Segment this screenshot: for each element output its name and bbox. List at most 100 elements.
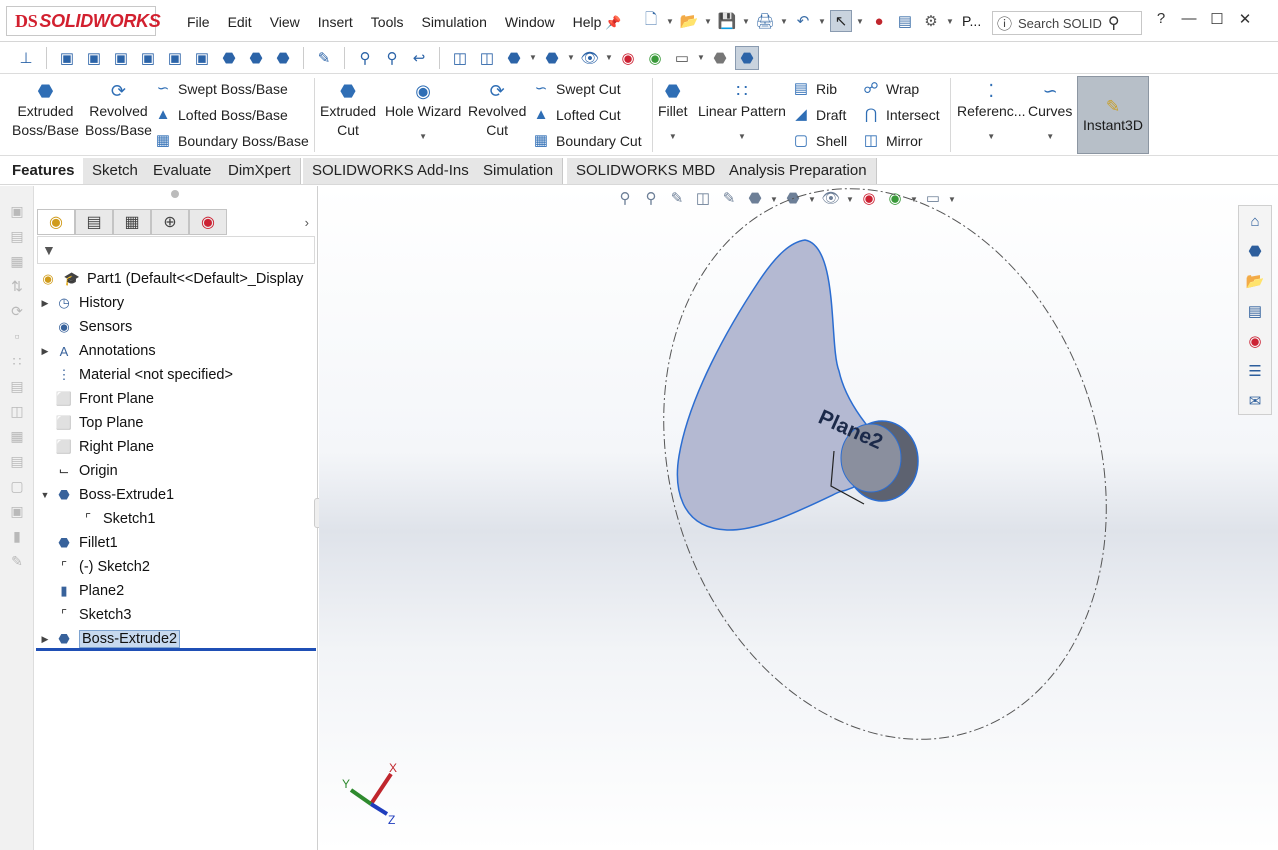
tree-item-annotations[interactable]: ▶ A Annotations bbox=[39, 340, 156, 362]
expand-arrow-icon[interactable]: ▶ bbox=[39, 298, 51, 309]
trimetric-view-icon[interactable]: ⬣ bbox=[244, 46, 268, 70]
chevron-down-icon[interactable]: ▼ bbox=[987, 127, 995, 146]
hide-show-icon[interactable]: 👁 bbox=[578, 46, 602, 70]
tree-item-material[interactable]: ⋮ Material <not specified> bbox=[55, 364, 233, 386]
tab-evaluate[interactable]: Evaluate bbox=[144, 158, 222, 184]
tree-root-part[interactable]: ◉ 🎓 Part1 (Default<<Default>_Display bbox=[39, 268, 303, 290]
previous-view-icon[interactable]: ↩ bbox=[407, 46, 431, 70]
normal-to-icon[interactable]: ⊥ bbox=[14, 46, 38, 70]
tree-item-plane2[interactable]: ▮ Plane2 bbox=[55, 580, 124, 602]
mirror-button[interactable]: ◫ Mirror bbox=[862, 132, 923, 150]
menu-view[interactable]: View bbox=[261, 10, 309, 34]
tree-item-boss-extrude2[interactable]: ▶ ⬣ Boss-Extrude2 bbox=[39, 628, 181, 650]
curves-button[interactable]: ∽ Curves ▼ bbox=[1028, 80, 1072, 146]
tab-simulation[interactable]: Simulation bbox=[474, 158, 564, 184]
instant3d-button[interactable]: ✎ Instant3D bbox=[1077, 76, 1149, 154]
home-icon[interactable]: ⌂ bbox=[1239, 206, 1271, 236]
swept-boss-button[interactable]: ∽ Swept Boss/Base bbox=[154, 80, 288, 98]
new-document-icon[interactable]: 🗋 bbox=[640, 10, 662, 32]
boundary-cut-button[interactable]: ▦ Boundary Cut bbox=[532, 132, 642, 150]
tree-item-fillet1[interactable]: ⬣ Fillet1 bbox=[55, 532, 117, 554]
property-manager-tab-icon[interactable]: ▤ bbox=[75, 209, 113, 235]
linear-pattern-button[interactable]: ∷ Linear Pattern ▼ bbox=[698, 80, 786, 146]
chevron-down-icon[interactable]: ▼ bbox=[738, 127, 746, 146]
rib-button[interactable]: ▤ Rib bbox=[792, 80, 837, 98]
chevron-right-icon[interactable]: › bbox=[305, 215, 309, 230]
hole-wizard-button[interactable]: ◉ Hole Wizard ▼ bbox=[385, 80, 461, 146]
shaded-icon[interactable]: ⬣ bbox=[735, 45, 759, 70]
revolved-cut-button[interactable]: ⟳ Revolved Cut bbox=[468, 80, 526, 140]
menu-file[interactable]: File bbox=[178, 10, 219, 34]
rebuild-icon[interactable]: ● bbox=[868, 10, 890, 32]
top-view-icon[interactable]: ▣ bbox=[163, 46, 187, 70]
menu-help[interactable]: Help bbox=[564, 10, 611, 34]
dynamic-annotation-icon[interactable]: ◫ bbox=[475, 46, 499, 70]
tab-sketch[interactable]: Sketch bbox=[83, 158, 148, 184]
lofted-boss-button[interactable]: ▲ Lofted Boss/Base bbox=[154, 106, 288, 124]
file-properties-icon[interactable]: ▤ bbox=[894, 10, 916, 32]
menu-insert[interactable]: Insert bbox=[309, 10, 362, 34]
configuration-manager-tab-icon[interactable]: ▦ bbox=[113, 209, 151, 235]
minimize-icon[interactable]: — bbox=[1178, 10, 1200, 28]
dimetric-view-icon[interactable]: ⬣ bbox=[271, 46, 295, 70]
tree-item-right-plane[interactable]: ⬜ Right Plane bbox=[55, 436, 154, 458]
section-view-icon[interactable]: ◫ bbox=[448, 46, 472, 70]
custom-properties-icon[interactable]: ☰ bbox=[1239, 356, 1271, 386]
dimxpert-manager-tab-icon[interactable]: ⊕ bbox=[151, 209, 189, 235]
draft-button[interactable]: ◢ Draft bbox=[792, 106, 846, 124]
tree-filter-input[interactable]: ▼ bbox=[37, 236, 315, 264]
chevron-down-icon[interactable]: ▼ bbox=[419, 127, 427, 146]
display-manager-tab-icon[interactable]: ◉ bbox=[189, 209, 227, 235]
graphics-area[interactable]: ⚲ ⚲ ✎ ◫ ✎ ⬣ ▼ ⬣ ▼ 👁 ▼ ◉ ◉ ▼ ▭ ▼ Plane2 X Y Z bbox=[319, 186, 1278, 850]
rollback-bar[interactable] bbox=[36, 648, 316, 651]
extruded-boss-button[interactable]: ⬣ Extruded Boss/Base bbox=[12, 80, 79, 140]
chevron-down-icon[interactable]: ▼ bbox=[946, 17, 954, 26]
chevron-down-icon[interactable]: ▼ bbox=[856, 17, 864, 26]
model-scene[interactable]: Plane2 X Y Z bbox=[319, 186, 1278, 850]
tree-item-sketch1[interactable]: ⌜ Sketch1 bbox=[79, 508, 155, 530]
maximize-icon[interactable]: ☐ bbox=[1206, 10, 1228, 28]
truncated-label[interactable]: P... bbox=[962, 13, 981, 29]
chevron-down-icon[interactable]: ▼ bbox=[1046, 127, 1054, 146]
pin-menu-icon[interactable]: 📌 bbox=[605, 15, 621, 30]
zoom-to-fit-icon[interactable]: ⚲ bbox=[353, 46, 377, 70]
open-file-icon[interactable]: 📂 bbox=[678, 10, 700, 32]
tree-item-history[interactable]: ▶ ◷ History bbox=[39, 292, 125, 314]
collapse-arrow-icon[interactable]: ▼ bbox=[39, 490, 51, 500]
options-gear-icon[interactable]: ⚙ bbox=[920, 10, 942, 32]
tab-analysis-preparation[interactable]: Analysis Preparation bbox=[720, 158, 877, 184]
chevron-down-icon[interactable]: ▼ bbox=[704, 17, 712, 26]
select-arrow-icon[interactable]: ↖ bbox=[830, 10, 852, 32]
appearances-icon[interactable]: ◉ bbox=[1239, 326, 1271, 356]
tab-dimxpert[interactable]: DimXpert bbox=[219, 158, 301, 184]
chevron-down-icon[interactable]: ▼ bbox=[666, 17, 674, 26]
shell-button[interactable]: ▢ Shell bbox=[792, 132, 847, 150]
tree-item-sketch3[interactable]: ⌜ Sketch3 bbox=[55, 604, 131, 626]
revolved-boss-button[interactable]: ⟳ Revolved Boss/Base bbox=[85, 80, 152, 140]
intersect-button[interactable]: ⋂ Intersect bbox=[862, 106, 940, 124]
search-icon[interactable]: ⚲ bbox=[1108, 13, 1120, 33]
boundary-boss-button[interactable]: ▦ Boundary Boss/Base bbox=[154, 132, 309, 150]
menu-window[interactable]: Window bbox=[496, 10, 564, 34]
chevron-down-icon[interactable]: ▼ bbox=[697, 53, 705, 62]
chevron-down-icon[interactable]: ▼ bbox=[818, 17, 826, 26]
expand-arrow-icon[interactable]: ▶ bbox=[39, 346, 51, 357]
chevron-down-icon[interactable]: ▼ bbox=[780, 17, 788, 26]
view-palette-icon[interactable]: ▤ bbox=[1239, 296, 1271, 326]
panel-grip[interactable] bbox=[171, 190, 179, 198]
bottom-view-icon[interactable]: ▣ bbox=[190, 46, 214, 70]
isometric-view-icon[interactable]: ⬣ bbox=[217, 46, 241, 70]
print-icon[interactable]: 🖨 bbox=[754, 10, 776, 32]
edit-appearance-icon[interactable]: ✎ bbox=[312, 46, 336, 70]
back-view-icon[interactable]: ▣ bbox=[82, 46, 106, 70]
solidworks-logo[interactable]: DS SOLIDWORKS bbox=[6, 6, 161, 36]
chevron-down-icon[interactable]: ▼ bbox=[529, 53, 537, 62]
left-view-icon[interactable]: ▣ bbox=[109, 46, 133, 70]
feature-tree-tab-icon[interactable]: ◉ bbox=[37, 209, 75, 235]
tab-features[interactable]: Features bbox=[3, 158, 84, 184]
search-input[interactable]: ⓘ Search SOLID ⚲ bbox=[992, 11, 1142, 35]
extruded-cut-button[interactable]: ⬣ Extruded Cut bbox=[320, 80, 376, 140]
tree-item-sketch2[interactable]: ⌜ (-) Sketch2 bbox=[55, 556, 150, 578]
front-view-icon[interactable]: ▣ bbox=[55, 46, 79, 70]
chevron-down-icon[interactable]: ▼ bbox=[567, 53, 575, 62]
